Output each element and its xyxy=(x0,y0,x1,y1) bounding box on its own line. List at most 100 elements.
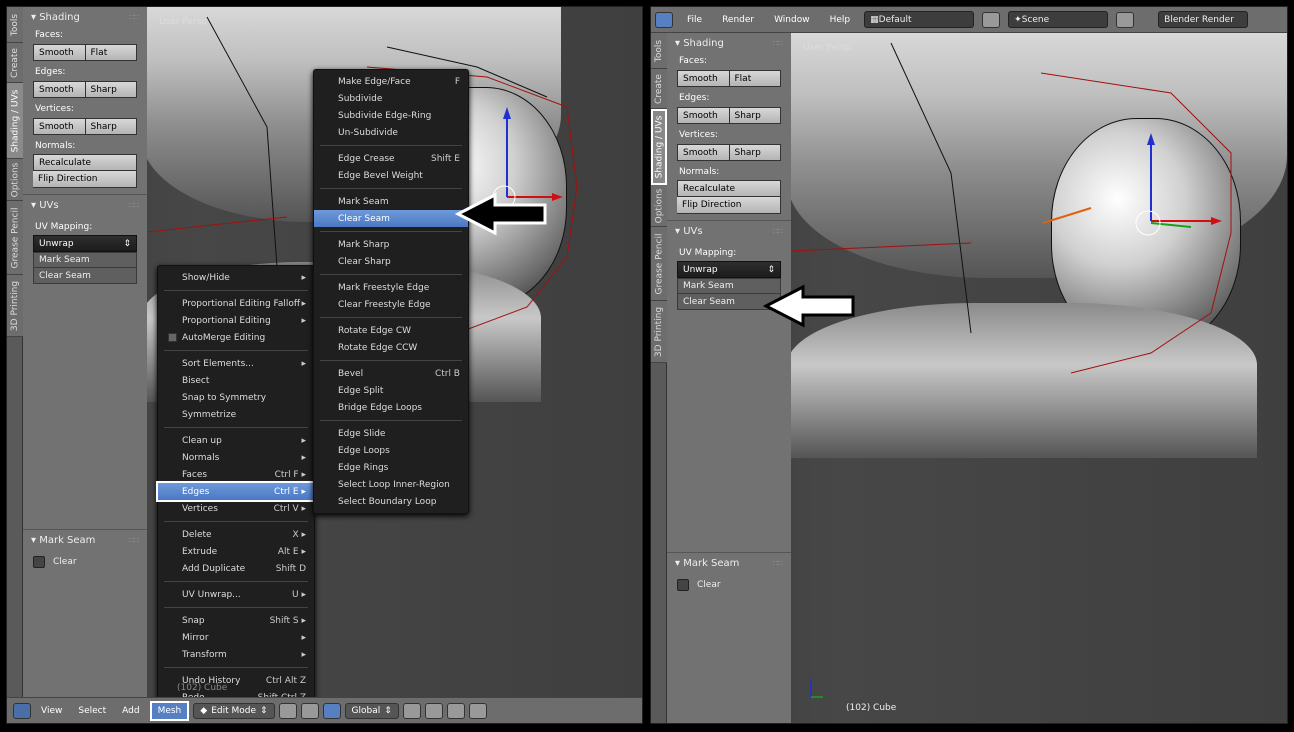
edges-item-select-boundary-loop[interactable]: Select Boundary Loop xyxy=(314,493,468,510)
shading-panel-header[interactable]: ▾ Shading ∷∷ xyxy=(667,33,791,53)
edges-item-edge-bevel-weight[interactable]: Edge Bevel Weight xyxy=(314,167,468,184)
clear-checkbox-row[interactable]: Clear xyxy=(667,573,791,597)
tab-tools[interactable]: Tools xyxy=(7,7,23,43)
mesh-item-proportional-editing[interactable]: Proportional Editing ▸ xyxy=(158,312,314,329)
layout-field[interactable]: ▦ Default xyxy=(864,11,975,28)
proportional-icon[interactable] xyxy=(468,702,487,719)
tab-3d-printing[interactable]: 3D Printing xyxy=(7,275,23,337)
edge-select-icon[interactable] xyxy=(424,702,443,719)
edges-item-edge-slide[interactable]: Edge Slide xyxy=(314,425,468,442)
edges-item-make-edge-face[interactable]: Make Edge/Face F xyxy=(314,73,468,90)
tab-3d-printing[interactable]: 3D Printing xyxy=(651,301,667,363)
mesh-item-add-duplicate[interactable]: Add Duplicate Shift D xyxy=(158,560,314,577)
faces-flat-button[interactable]: Flat xyxy=(729,70,781,87)
edges-item-subdivide-edge-ring[interactable]: Subdivide Edge-Ring xyxy=(314,107,468,124)
edges-item-bevel[interactable]: Bevel Ctrl B xyxy=(314,365,468,382)
uvs-panel-header[interactable]: ▾ UVs ∷∷ xyxy=(23,195,147,215)
mesh-item-normals[interactable]: Normals ▸ xyxy=(158,449,314,466)
mesh-item-bisect[interactable]: Bisect xyxy=(158,372,314,389)
face-select-icon[interactable] xyxy=(446,702,465,719)
render-menu[interactable]: Render xyxy=(716,12,760,28)
edges-item-bridge-edge-loops[interactable]: Bridge Edge Loops xyxy=(314,399,468,416)
mesh-item-uv-unwrap[interactable]: UV Unwrap... U ▸ xyxy=(158,586,314,603)
edges-item-subdivide[interactable]: Subdivide xyxy=(314,90,468,107)
faces-smooth-button[interactable]: Smooth xyxy=(677,70,730,87)
pivot-icon[interactable] xyxy=(300,702,319,719)
render-engine-dropdown[interactable]: Blender Render xyxy=(1158,11,1249,28)
clear-checkbox[interactable] xyxy=(677,579,689,591)
edges-item-clear-seam[interactable]: Clear Seam xyxy=(314,210,468,227)
clear-seam-button[interactable]: Clear Seam xyxy=(33,268,137,284)
mesh-item-snap[interactable]: Snap Shift S ▸ xyxy=(158,612,314,629)
vertex-select-icon[interactable] xyxy=(402,702,421,719)
info-editor-icon[interactable] xyxy=(655,11,673,28)
edges-item-edge-rings[interactable]: Edge Rings xyxy=(314,459,468,476)
edges-sharp-button[interactable]: Sharp xyxy=(729,107,781,124)
edges-smooth-button[interactable]: Smooth xyxy=(33,81,86,98)
mesh-item-snap-to-symmetry[interactable]: Snap to Symmetry xyxy=(158,389,314,406)
toggle-checkbox-icon[interactable] xyxy=(168,333,177,342)
clear-checkbox-row[interactable]: Clear xyxy=(23,550,147,574)
edges-item-mark-sharp[interactable]: Mark Sharp xyxy=(314,236,468,253)
edges-item-un-subdivide[interactable]: Un-Subdivide xyxy=(314,124,468,141)
tab-shading-uvs[interactable]: Shading / UVs xyxy=(651,109,667,185)
flip-direction-button[interactable]: Flip Direction xyxy=(33,171,137,188)
tab-grease-pencil[interactable]: Grease Pencil xyxy=(651,227,667,301)
mesh-item-proportional-editing-falloff[interactable]: Proportional Editing Falloff ▸ xyxy=(158,295,314,312)
mesh-item-transform[interactable]: Transform ▸ xyxy=(158,646,314,663)
edges-item-mark-freestyle-edge[interactable]: Mark Freestyle Edge xyxy=(314,279,468,296)
edges-item-rotate-edge-ccw[interactable]: Rotate Edge CCW xyxy=(314,339,468,356)
unwrap-dropdown[interactable]: Unwrap ⇕ xyxy=(677,261,781,278)
mesh-item-vertices[interactable]: Vertices Ctrl V ▸ xyxy=(158,500,314,517)
tab-grease-pencil[interactable]: Grease Pencil xyxy=(7,201,23,275)
file-menu[interactable]: File xyxy=(681,12,708,28)
shading-icon[interactable] xyxy=(278,702,297,719)
tab-create[interactable]: Create xyxy=(651,69,667,109)
tab-options[interactable]: Options xyxy=(651,185,667,227)
flip-direction-button[interactable]: Flip Direction xyxy=(677,197,781,214)
mesh-item-faces[interactable]: Faces Ctrl F ▸ xyxy=(158,466,314,483)
edges-smooth-button[interactable]: Smooth xyxy=(677,107,730,124)
mesh-item-automerge-editing[interactable]: AutoMerge Editing xyxy=(158,329,314,346)
mesh-item-show-hide[interactable]: Show/Hide ▸ xyxy=(158,269,314,286)
unwrap-dropdown[interactable]: Unwrap ⇕ xyxy=(33,235,137,252)
mode-dropdown[interactable]: ◆ Edit Mode ⇕ xyxy=(193,702,275,719)
edges-item-edge-split[interactable]: Edge Split xyxy=(314,382,468,399)
recalculate-button[interactable]: Recalculate xyxy=(677,180,781,197)
mesh-item-clean-up[interactable]: Clean up ▸ xyxy=(158,432,314,449)
mesh-item-extrude[interactable]: Extrude Alt E ▸ xyxy=(158,543,314,560)
vertices-smooth-button[interactable]: Smooth xyxy=(33,118,86,135)
edges-item-rotate-edge-cw[interactable]: Rotate Edge CW xyxy=(314,322,468,339)
vertices-sharp-button[interactable]: Sharp xyxy=(729,144,781,161)
add-scene-icon[interactable] xyxy=(1116,11,1135,28)
view-menu[interactable]: View xyxy=(35,703,68,719)
edges-item-select-loop-inner-region[interactable]: Select Loop Inner-Region xyxy=(314,476,468,493)
add-layout-icon[interactable] xyxy=(982,11,1001,28)
operator-panel-header[interactable]: ▾ Mark Seam ∷∷ xyxy=(667,553,791,573)
orientation-dropdown[interactable]: Global ⇕ xyxy=(344,702,399,719)
tab-tools[interactable]: Tools xyxy=(651,33,667,69)
mesh-item-delete[interactable]: Delete X ▸ xyxy=(158,526,314,543)
edges-item-edge-loops[interactable]: Edge Loops xyxy=(314,442,468,459)
tab-shading-uvs[interactable]: Shading / UVs xyxy=(7,83,23,159)
mesh-item-edges[interactable]: Edges Ctrl E ▸ xyxy=(156,481,316,502)
tab-create[interactable]: Create xyxy=(7,43,23,83)
window-menu[interactable]: Window xyxy=(768,12,816,28)
mesh-item-mirror[interactable]: Mirror ▸ xyxy=(158,629,314,646)
edges-item-clear-freestyle-edge[interactable]: Clear Freestyle Edge xyxy=(314,296,468,313)
edges-sharp-button[interactable]: Sharp xyxy=(85,81,137,98)
manipulator-icon[interactable] xyxy=(322,702,341,719)
scene-field[interactable]: ✦ Scene xyxy=(1008,11,1109,28)
edges-item-edge-crease[interactable]: Edge Crease Shift E xyxy=(314,150,468,167)
edges-item-mark-seam[interactable]: Mark Seam xyxy=(314,193,468,210)
faces-smooth-button[interactable]: Smooth xyxy=(33,44,86,61)
mesh-item-symmetrize[interactable]: Symmetrize xyxy=(158,406,314,423)
vertices-smooth-button[interactable]: Smooth xyxy=(677,144,730,161)
clear-checkbox[interactable] xyxy=(33,556,45,568)
faces-flat-button[interactable]: Flat xyxy=(85,44,137,61)
select-menu[interactable]: Select xyxy=(72,703,112,719)
vertices-sharp-button[interactable]: Sharp xyxy=(85,118,137,135)
help-menu[interactable]: Help xyxy=(824,12,857,28)
mesh-menu-button[interactable]: Mesh xyxy=(149,700,190,721)
operator-panel-header[interactable]: ▾ Mark Seam ∷∷ xyxy=(23,530,147,550)
